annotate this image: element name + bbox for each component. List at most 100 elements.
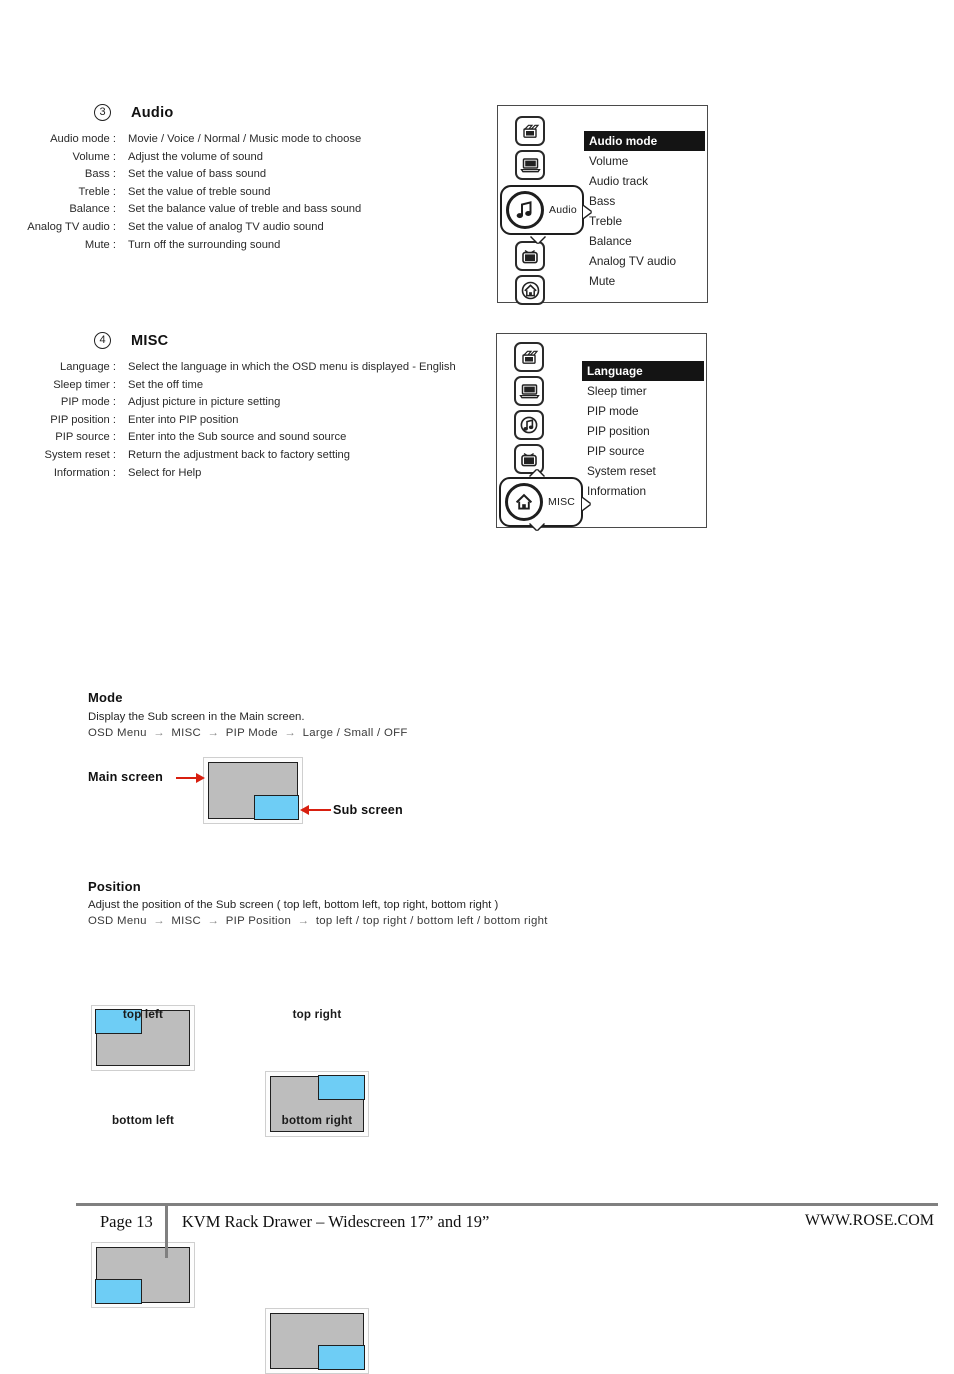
pip-diagram-top-right	[265, 1071, 369, 1137]
definition-row: PIP mode : Adjust picture in picture set…	[10, 394, 480, 412]
arrow-right-icon: →	[153, 727, 165, 739]
osd-selected-label: Audio	[549, 204, 577, 216]
osd-panel-audio: Audio Audio mode Volume Audio track Bass…	[497, 105, 708, 305]
osd-menu-item[interactable]: PIP mode	[582, 401, 704, 421]
osd-menu-item[interactable]: Information	[582, 481, 704, 501]
osd-panel-misc: MISC Language Sleep timer PIP mode PIP p…	[496, 333, 707, 530]
definition-term: PIP position :	[50, 413, 116, 426]
sub-screen	[317, 1344, 365, 1370]
definition-desc: Set the value of bass sound	[128, 168, 267, 181]
definition-term: Mute :	[84, 238, 116, 251]
osd-notch-up	[530, 470, 544, 477]
osd-menu-item[interactable]: PIP position	[582, 421, 704, 441]
menu-path-step2: PIP Position	[225, 915, 292, 927]
definition-term: Treble :	[78, 185, 116, 198]
sub-screen-label: Sub screen	[333, 803, 403, 817]
laptop-icon[interactable]	[515, 150, 545, 180]
osd-menu-item[interactable]: Bass	[584, 191, 705, 211]
menu-path-options: top left / top right / bottom left / bot…	[315, 915, 548, 927]
osd-menu-item[interactable]: Audio track	[584, 171, 705, 191]
osd-menu-item[interactable]: PIP source	[582, 441, 704, 461]
mode-heading: Mode	[88, 690, 123, 705]
pip-diagram-bottom-right	[265, 1308, 369, 1374]
pip-diagram-label: bottom right	[281, 1114, 353, 1127]
osd-menu-item[interactable]: Audio mode	[584, 131, 705, 151]
home-icon[interactable]	[515, 275, 545, 305]
arrow-right-icon: →	[297, 915, 310, 927]
osd-menu-item[interactable]: Language	[582, 361, 704, 381]
definition-row: Language : Select the language in which …	[10, 359, 480, 377]
definition-desc: Select for Help	[128, 466, 202, 479]
definition-row: Volume : Adjust the volume of sound	[10, 149, 480, 167]
footer-document-title: KVM Rack Drawer – Widescreen 17” and 19”	[181, 1212, 490, 1231]
page-title-audio: Audio	[131, 104, 174, 121]
audio-definition-list: Audio mode : Movie / Voice / Normal / Mu…	[10, 131, 480, 254]
osd-menu-item[interactable]: Analog TV audio	[584, 251, 705, 271]
definition-desc: Set the balance value of treble and bass…	[128, 203, 362, 216]
definition-term: Bass :	[84, 168, 116, 181]
menu-path-start: OSD Menu	[88, 915, 147, 927]
definition-desc: Turn off the surrounding sound	[128, 238, 281, 251]
osd-notch-down	[531, 236, 545, 243]
osd-menu-item[interactable]: Sleep timer	[582, 381, 704, 401]
osd-icon-column	[514, 342, 544, 474]
definition-desc: Select the language in which the OSD men…	[128, 361, 456, 373]
tv-icon[interactable]	[515, 241, 545, 271]
footer: Page 13 KVM Rack Drawer – Widescreen 17”…	[76, 1206, 938, 1262]
definition-row: PIP source : Enter into the Sub source a…	[10, 429, 480, 447]
laptop-icon[interactable]	[514, 376, 544, 406]
osd-menu-item[interactable]: Volume	[584, 151, 705, 171]
film-camera-icon[interactable]	[515, 116, 545, 146]
definition-term: System reset :	[44, 448, 117, 461]
misc-definition-list: Language : Select the language in which …	[10, 359, 480, 482]
main-screen-label: Main screen	[88, 770, 163, 784]
definition-desc: Adjust the volume of sound	[128, 150, 263, 163]
definition-term: Sleep timer :	[53, 378, 116, 391]
main-screen-arrow-head	[196, 773, 205, 783]
main-screen	[208, 762, 299, 820]
definition-row: Bass : Set the value of bass sound	[10, 166, 480, 184]
section-number: 4	[94, 332, 111, 349]
osd-menu-audio: Audio mode Volume Audio track Bass Trebl…	[584, 131, 705, 291]
definition-desc: Adjust picture in picture setting	[128, 396, 281, 409]
osd-icon-column	[515, 116, 545, 180]
mode-description: Display the Sub screen in the Main scree…	[88, 711, 305, 723]
definition-desc: Enter into PIP position	[128, 413, 239, 426]
osd-selected-audio[interactable]: Audio	[500, 185, 591, 235]
definition-row: Mute : Turn off the surrounding sound	[10, 237, 480, 255]
definition-desc: Set the value of analog TV audio sound	[128, 220, 324, 233]
main-screen-arrow-line	[176, 777, 197, 780]
arrow-right-icon: →	[207, 915, 220, 927]
mode-menu-path: OSD Menu → MISC → PIP Mode → Large / Sma…	[88, 725, 408, 742]
definition-desc: Movie / Voice / Normal / Music mode to c…	[128, 133, 362, 145]
osd-menu-item[interactable]: Treble	[584, 211, 705, 231]
osd-menu-misc: Language Sleep timer PIP mode PIP positi…	[582, 361, 704, 501]
osd-menu-item[interactable]: Balance	[584, 231, 705, 251]
definition-desc: Set the value of treble sound	[128, 185, 271, 198]
position-menu-path: OSD Menu → MISC → PIP Position → top lef…	[88, 913, 548, 930]
definition-term: Analog TV audio :	[27, 220, 116, 233]
osd-selected-label: MISC	[548, 496, 576, 508]
section-heading-audio: 3 Audio	[94, 104, 174, 121]
definition-row: Audio mode : Movie / Voice / Normal / Mu…	[10, 131, 480, 149]
music-note-icon[interactable]	[514, 410, 544, 440]
definition-term: Balance :	[69, 203, 116, 216]
definition-term: Audio mode :	[50, 133, 116, 145]
definition-desc: Enter into the Sub source and sound sour…	[128, 431, 347, 444]
film-camera-icon[interactable]	[514, 342, 544, 372]
sub-screen-arrow-line	[309, 809, 331, 812]
osd-selected-misc[interactable]: MISC	[499, 477, 590, 527]
osd-menu-item[interactable]: System reset	[582, 461, 704, 481]
osd-menu-item[interactable]: Mute	[584, 271, 705, 291]
pip-diagram-label: bottom left	[111, 1114, 175, 1127]
osd-icon-column-lower	[515, 241, 545, 305]
definition-desc: Return the adjustment back to factory se…	[128, 448, 351, 461]
pip-diagram-mode	[203, 757, 303, 824]
definition-row: Analog TV audio : Set the value of analo…	[10, 219, 480, 237]
chevron-right-icon	[583, 206, 591, 218]
definition-term: Language :	[60, 361, 116, 373]
position-description: Adjust the position of the Sub screen ( …	[88, 899, 499, 911]
menu-path-step2: PIP Mode	[225, 727, 278, 739]
music-note-icon	[506, 191, 544, 229]
definition-term: PIP mode :	[60, 396, 116, 409]
